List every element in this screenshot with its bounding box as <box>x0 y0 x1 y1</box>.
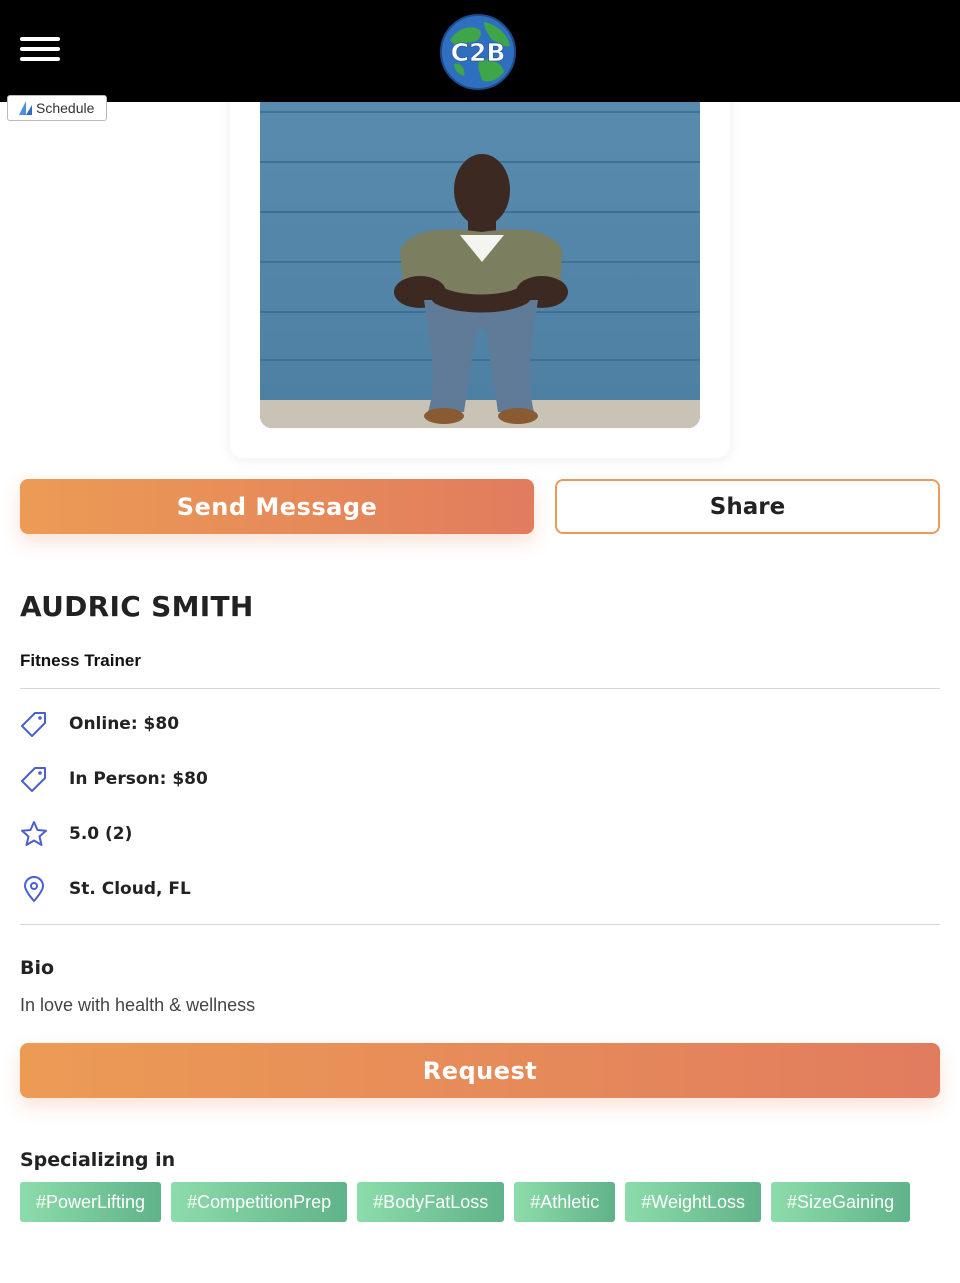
request-button[interactable]: Request <box>20 1043 940 1098</box>
location: St. Cloud, FL <box>69 879 191 899</box>
online-price-row: Online: $80 <box>20 709 179 739</box>
rating-row: 5.0 (2) <box>20 819 132 849</box>
profile-role: Fitness Trainer <box>20 651 141 670</box>
specialty-tag[interactable]: #BodyFatLoss <box>357 1182 505 1222</box>
schedule-logo-icon <box>19 101 32 115</box>
hamburger-menu-icon[interactable] <box>20 37 60 65</box>
location-row: St. Cloud, FL <box>20 874 191 904</box>
top-navigation-bar: C2B <box>0 0 960 102</box>
specializing-heading: Specializing in <box>20 1149 176 1171</box>
schedule-label: Schedule <box>36 100 95 116</box>
in-person-price-row: In Person: $80 <box>20 764 208 794</box>
divider <box>20 688 940 689</box>
location-pin-icon <box>24 876 44 902</box>
rating: 5.0 (2) <box>69 824 133 844</box>
price-tag-icon <box>21 767 46 792</box>
price-tag-icon <box>21 712 46 737</box>
online-price: Online: $80 <box>69 714 180 734</box>
specialty-tag[interactable]: #PowerLifting <box>20 1182 162 1222</box>
star-icon <box>21 821 47 846</box>
in-person-price: In Person: $80 <box>69 769 208 789</box>
logo-text: C2B <box>451 38 506 67</box>
profile-name: AUDRIC SMITH <box>20 590 254 623</box>
share-button[interactable]: Share <box>555 479 940 534</box>
bio-heading: Bio <box>20 957 55 979</box>
specialty-tag[interactable]: #SizeGaining <box>771 1182 911 1222</box>
specialty-tag[interactable]: #Athletic <box>514 1182 616 1222</box>
specialty-tag[interactable]: #WeightLoss <box>625 1182 762 1222</box>
schedule-button[interactable]: Schedule <box>7 95 107 121</box>
specialty-tag[interactable]: #CompetitionPrep <box>171 1182 348 1222</box>
send-message-button[interactable]: Send Message <box>20 479 534 534</box>
specialty-tags: #PowerLifting #CompetitionPrep #BodyFatL… <box>20 1182 945 1232</box>
divider <box>20 924 940 925</box>
c2b-globe-logo[interactable]: C2B <box>440 14 516 90</box>
bio-text: In love with health & wellness <box>20 995 256 1015</box>
